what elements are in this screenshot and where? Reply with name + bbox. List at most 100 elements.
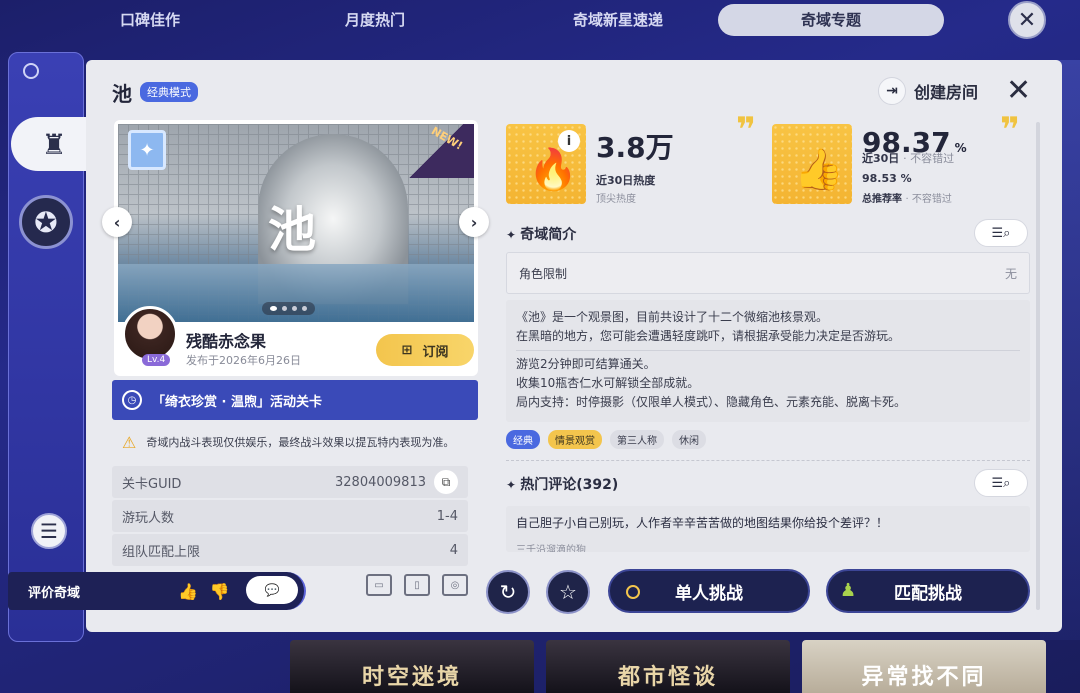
chevron-left-icon[interactable]: ‹ (102, 207, 132, 237)
controller-icon: ◎ (442, 574, 468, 596)
divider (506, 460, 1030, 461)
share-icon[interactable]: ↻ (486, 570, 530, 614)
table-row: 游玩人数 1-4 (112, 500, 468, 532)
mode-badge: 经典模式 (140, 82, 198, 102)
heat-stat: 🔥 i 3.8万 近30日热度 顶尖热度 (506, 124, 762, 208)
badge-icon[interactable]: ✪ (19, 195, 73, 249)
subscribe-label: 订阅 (422, 344, 449, 360)
heat-line2: 顶尖热度 (596, 194, 636, 205)
role-limit-label: 角色限制 (519, 266, 568, 281)
team-icon: ♟ (840, 580, 857, 601)
tab-new-stars[interactable]: 奇域新星速递 (520, 4, 716, 36)
comment-author: 三千沿溜滴的狗 (516, 545, 586, 552)
match-limit-label: 组队匹配上限 (122, 544, 201, 560)
publish-date: 发布于2026年6月26日 (186, 354, 301, 367)
thumbs-down-icon[interactable]: 👎 (210, 582, 230, 601)
players-value: 1-4 (436, 508, 458, 524)
rate-bar: 评价奇域 👍 👎 💬 (8, 572, 306, 610)
list-item[interactable]: 异常找不同 (802, 640, 1046, 693)
comment-button[interactable]: 💬 (246, 576, 298, 604)
left-rail: ♜ ✪ ☰ (8, 52, 97, 642)
create-room-label: 创建房间 (914, 83, 979, 102)
match-challenge-button[interactable]: ♟ 匹配挑战 (826, 569, 1030, 613)
match-label: 匹配挑战 (894, 583, 962, 604)
thumbs-icons: 👍 👎 (178, 582, 230, 601)
top-tab-bar: 口碑佳作 月度热门 奇域新星速递 奇域专题 ✕ (0, 0, 1080, 40)
pc-icon: ▭ (366, 574, 392, 596)
comment-text: 自己胆子小自己别玩，人作者辛辛苦苦做的地图结果你给投个差评？！ (516, 516, 889, 530)
table-row: 组队匹配上限 4 (112, 534, 468, 566)
comments-heading: 热门评论(392) (506, 474, 618, 494)
desc-line: 游览2分钟即可结算通关。 (516, 357, 656, 371)
search-icon[interactable]: ☰⌕ (974, 219, 1028, 247)
single-label: 单人挑战 (675, 583, 743, 604)
tag-list: 经典 情景观赏 第三人称 休闲 (506, 430, 706, 449)
clock-icon: ◷ (122, 390, 142, 410)
door-icon: ⇥ (878, 77, 906, 105)
quote-icon: ❞ (736, 110, 756, 150)
fire-icon: 🔥 (528, 147, 578, 193)
quote-icon: ❞ (1000, 110, 1020, 150)
close-icon[interactable]: ✕ (1006, 76, 1031, 106)
create-room-button[interactable]: ⇥ 创建房间 (878, 77, 978, 105)
table-row: 关卡GUID 32804009813 ⧉ (112, 466, 468, 498)
comment-item[interactable]: 自己胆子小自己别玩，人作者辛辛苦苦做的地图结果你给投个差评？！ 三千沿溜滴的狗 (506, 506, 1030, 552)
preview-image[interactable]: 池 NEW! ✦ (118, 124, 474, 322)
event-label: 「绮衣珍赏 · 温煦」活动关卡 (152, 394, 322, 410)
intro-description: 《池》是一个观景图，目前共设计了十二个微缩池核景观。 在黑暗的地方，您可能会遭遇… (506, 300, 1030, 422)
tab-topics[interactable]: 奇域专题 (718, 4, 944, 36)
info-table: 关卡GUID 32804009813 ⧉ 游玩人数 1-4 组队匹配上限 4 (112, 466, 468, 568)
bookmark-icon: ⊞ (401, 342, 413, 358)
mobile-icon: ▯ (404, 574, 430, 596)
heat-value: 3.8万 (596, 131, 674, 164)
tag[interactable]: 经典 (506, 430, 540, 449)
role-limit-row: 角色限制 无 (506, 252, 1030, 294)
star-icon[interactable]: ☆ (546, 570, 590, 614)
heat-image: 🔥 i (506, 124, 586, 204)
detail-panel: 池 经典模式 ⇥ 创建房间 ✕ 池 NEW! ✦ Lv.4 残酷赤念果 发布于2… (86, 60, 1062, 632)
search-icon[interactable]: ☰⌕ (974, 469, 1028, 497)
info-icon[interactable]: i (558, 130, 580, 152)
single-challenge-button[interactable]: 单人挑战 (608, 569, 810, 613)
single-icon (626, 585, 640, 599)
menu-icon[interactable]: ☰ (31, 513, 67, 549)
tab-praised[interactable]: 口碑佳作 (80, 4, 220, 36)
guid-label: 关卡GUID (122, 476, 182, 492)
thumbs-up-icon: 👍 (794, 147, 844, 193)
match-limit-value: 4 (449, 542, 458, 558)
tab-monthly-hot[interactable]: 月度热门 (302, 4, 448, 36)
copy-icon[interactable]: ⧉ (434, 470, 458, 494)
level-badge: Lv.4 (142, 354, 171, 366)
tag[interactable]: 第三人称 (610, 430, 664, 449)
event-banner[interactable]: ◷ 「绮衣珍赏 · 温煦」活动关卡 (112, 380, 478, 420)
chevron-right-icon[interactable]: › (459, 207, 489, 237)
rating-total-value: 98.53 % (862, 172, 912, 185)
close-icon[interactable]: ✕ (1008, 1, 1046, 39)
thumbs-up-icon[interactable]: 👍 (178, 582, 198, 601)
tag[interactable]: 情景观赏 (548, 430, 602, 449)
role-limit-value: 无 (1004, 266, 1017, 281)
guid-value: 32804009813 (335, 474, 426, 490)
warning-notice: ⚠ 奇域内战斗表现仅供娱乐，最终战斗效果以提瓦特内表现为准。 (112, 426, 478, 458)
carousel-dots[interactable] (262, 302, 315, 315)
stamp-icon: ✦ (128, 130, 166, 170)
rail-top-icon (23, 63, 39, 79)
rating-line1: 近30日 · 不容错过 (862, 152, 955, 165)
scrollbar[interactable] (1036, 122, 1040, 610)
desc-line: 收集10瓶杏仁水可解锁全部成就。 (516, 376, 700, 390)
desc-line: 《池》是一个观景图，目前共设计了十二个微缩池核景观。 (516, 310, 829, 324)
warning-icon: ⚠ (122, 432, 137, 452)
desc-line: 局内支持：时停摄影（仅限单人模式）、隐藏角色、元素充能、脱离卡死。 (516, 395, 907, 409)
intro-heading: 奇域简介 (506, 224, 576, 244)
device-icons: ▭ ▯ ◎ (366, 574, 468, 596)
list-item[interactable]: 时空迷境 (290, 640, 534, 693)
rook-icon[interactable]: ♜ (11, 117, 97, 171)
rating-image: 👍 (772, 124, 852, 204)
page-title: 池 (112, 82, 132, 106)
rate-label: 评价奇域 (28, 585, 81, 601)
tag[interactable]: 休闲 (672, 430, 706, 449)
list-item[interactable]: 都市怪谈 (546, 640, 790, 693)
rating-line2: 总推荐率 · 不容错过 (862, 194, 952, 205)
preview-title: 池 (268, 202, 317, 258)
subscribe-button[interactable]: ⊞ 订阅 (376, 334, 474, 366)
